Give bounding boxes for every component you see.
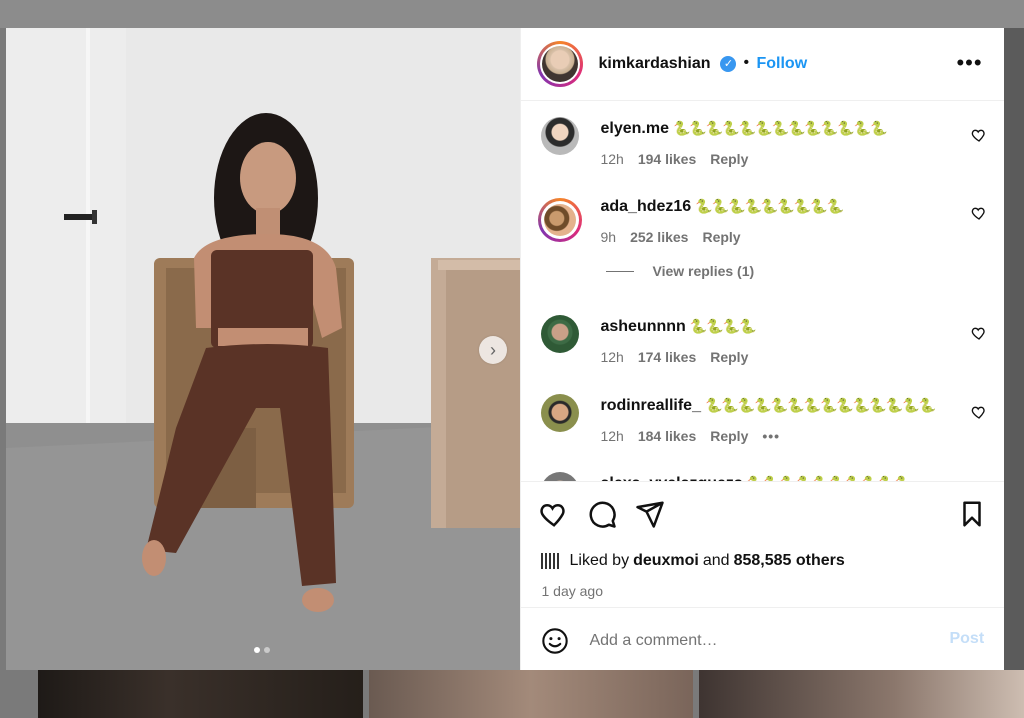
reply-button[interactable]: Reply: [710, 349, 748, 365]
avatar-image: [544, 204, 577, 236]
comment-time: 9h: [600, 229, 617, 245]
comment-meta: 9h 252 likes Reply: [600, 229, 740, 245]
comment-username[interactable]: asheunnnn 🐍🐍🐍🐍: [600, 318, 757, 336]
add-comment-bar: Post: [521, 607, 1005, 671]
post-modal: › kimkardashian ✓ • Follow ••• elyen.me 🐍…: [6, 28, 1005, 671]
likes-summary[interactable]: Liked by deuxmoi and 858,585 others: [541, 552, 845, 570]
liker-avatar: [541, 553, 562, 569]
comment-text: 🐍🐍🐍🐍🐍🐍🐍🐍🐍🐍🐍🐍🐍🐍: [704, 397, 936, 413]
comment-item: rodinreallife_ 🐍🐍🐍🐍🐍🐍🐍🐍🐍🐍🐍🐍🐍🐍 12h 184 lik…: [521, 386, 1004, 456]
post-header: kimkardashian ✓ • Follow •••: [521, 28, 1005, 101]
bookmark-icon[interactable]: [957, 499, 987, 529]
post-time[interactable]: 1 day ago: [541, 583, 603, 599]
comment-username[interactable]: rodinreallife_ 🐍🐍🐍🐍🐍🐍🐍🐍🐍🐍🐍🐍🐍🐍: [600, 397, 936, 415]
avatar-rodin[interactable]: [541, 394, 580, 432]
comment-text: 🐍🐍🐍🐍🐍🐍🐍🐍🐍🐍🐍🐍🐍: [672, 120, 888, 136]
likes-conjunction: and: [702, 552, 730, 569]
reply-button[interactable]: Reply: [710, 151, 748, 167]
comment-options-icon[interactable]: •••: [762, 428, 780, 444]
avatar-frame: [541, 201, 580, 239]
comment-icon[interactable]: [587, 499, 617, 529]
author-username[interactable]: kimkardashian: [598, 55, 710, 73]
post-photo[interactable]: ›: [6, 28, 521, 670]
comment-username[interactable]: elyen.me 🐍🐍🐍🐍🐍🐍🐍🐍🐍🐍🐍🐍🐍: [600, 120, 888, 138]
comment-likes[interactable]: 252 likes: [630, 229, 688, 245]
comment-item: alexa_vvelazquezs🐍🐍🐍🐍🐍🐍🐍🐍🐍🐍: [521, 464, 1004, 481]
comment-username[interactable]: ada_hdez16 🐍🐍🐍🐍🐍🐍🐍🐍🐍: [600, 198, 844, 216]
author-avatar-image: [542, 46, 579, 82]
avatar-elyen[interactable]: [541, 117, 580, 155]
comment-author[interactable]: rodinreallife_: [600, 397, 700, 414]
comment-author[interactable]: asheunnnn: [600, 318, 685, 335]
comment-like-heart-icon[interactable]: [971, 325, 987, 341]
comment-item: ada_hdez16 🐍🐍🐍🐍🐍🐍🐍🐍🐍 9h 252 likes Reply: [521, 187, 1004, 257]
comment-like-heart-icon[interactable]: [971, 404, 987, 420]
reply-button[interactable]: Reply: [710, 428, 748, 444]
author-avatar-frame: [540, 44, 581, 84]
comment-input[interactable]: [587, 628, 932, 654]
comment-text: 🐍🐍🐍🐍: [689, 318, 757, 334]
comments-list[interactable]: elyen.me 🐍🐍🐍🐍🐍🐍🐍🐍🐍🐍🐍🐍🐍 12h 194 likes Repl…: [521, 101, 1004, 481]
reply-button[interactable]: Reply: [702, 229, 740, 245]
comment-meta: 12h 194 likes Reply: [600, 151, 748, 167]
comment-author[interactable]: elyen.me: [600, 120, 668, 137]
backdrop-post-grid: [38, 670, 1024, 718]
likes-prefix: Liked by: [569, 552, 630, 569]
comment-likes[interactable]: 184 likes: [638, 428, 696, 444]
smiley-icon[interactable]: [541, 627, 569, 655]
carousel-indicator: [254, 647, 270, 653]
post-sidebar: kimkardashian ✓ • Follow ••• elyen.me 🐍🐍🐍…: [520, 28, 1005, 671]
verified-badge-icon: ✓: [720, 56, 737, 72]
comment-text: 🐍🐍🐍🐍🐍🐍🐍🐍🐍: [695, 198, 844, 214]
comment-like-heart-icon[interactable]: [971, 205, 987, 221]
post-image: [6, 28, 521, 670]
comment-item: asheunnnn 🐍🐍🐍🐍 12h 174 likes Reply: [521, 307, 1004, 377]
avatar-asheunnnn[interactable]: [541, 315, 580, 353]
view-replies-label[interactable]: View replies (1): [652, 263, 754, 279]
comment-likes[interactable]: 194 likes: [638, 151, 696, 167]
avatar-alexa[interactable]: [541, 472, 580, 481]
header-separator: •: [743, 54, 750, 71]
view-replies-button[interactable]: View replies (1): [606, 263, 754, 279]
grid-tile[interactable]: [699, 670, 1024, 718]
post-actions: Liked by deuxmoi and 858,585 others 1 da…: [521, 481, 1005, 608]
send-icon[interactable]: [635, 499, 665, 529]
carousel-dot: [264, 647, 270, 653]
follow-button[interactable]: Follow: [756, 55, 807, 73]
comment-likes[interactable]: 174 likes: [638, 349, 696, 365]
backdrop-top-strip: [0, 0, 1024, 28]
next-photo-button[interactable]: ›: [479, 336, 507, 364]
comment-item: elyen.me 🐍🐍🐍🐍🐍🐍🐍🐍🐍🐍🐍🐍🐍 12h 194 likes Repl…: [521, 109, 1004, 179]
view-replies-line: [606, 270, 635, 272]
comment-time: 12h: [600, 428, 624, 444]
grid-tile[interactable]: [38, 670, 363, 718]
avatar-ada[interactable]: [538, 198, 583, 242]
carousel-dot-active: [254, 647, 260, 653]
comment-author[interactable]: ada_hdez16: [600, 198, 691, 215]
grid-tile[interactable]: [368, 670, 694, 718]
comment-time: 12h: [600, 349, 624, 365]
post-comment-button[interactable]: Post: [949, 630, 984, 648]
likes-user[interactable]: deuxmoi: [633, 552, 699, 570]
more-options-icon[interactable]: •••: [956, 50, 982, 76]
heart-icon[interactable]: [539, 499, 569, 529]
likes-count[interactable]: 858,585 others: [734, 552, 845, 570]
author-avatar[interactable]: [537, 41, 584, 87]
comment-meta: 12h 174 likes Reply: [600, 349, 748, 365]
comment-meta: 12h 184 likes Reply •••: [600, 428, 780, 444]
comment-like-heart-icon[interactable]: [971, 127, 987, 143]
backdrop-right-strip: [1004, 28, 1024, 670]
comment-time: 12h: [600, 151, 624, 167]
